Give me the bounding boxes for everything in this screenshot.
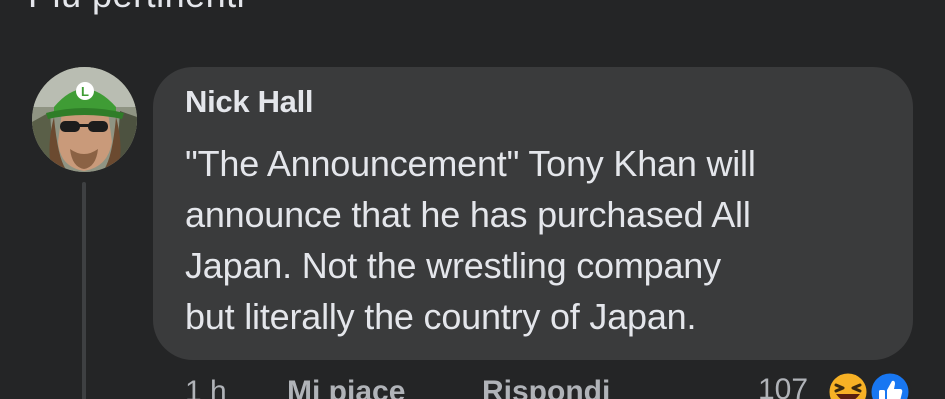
like-icon[interactable] — [868, 370, 912, 399]
comment-screen: Più pertinenti L Nick Hall "The Announce… — [0, 0, 945, 399]
avatar[interactable]: L — [32, 67, 137, 172]
avatar-photo: L — [32, 67, 137, 172]
comment-text: "The Announcement" Tony Khan will announ… — [185, 138, 895, 342]
reaction-count[interactable]: 107 — [758, 373, 808, 399]
comment-line: but literally the country of Japan. — [185, 296, 697, 337]
reply-button[interactable]: Rispondi — [482, 375, 610, 399]
haha-icon[interactable] — [826, 370, 870, 399]
sort-label[interactable]: Più pertinenti — [28, 0, 245, 16]
thread-line — [82, 182, 86, 399]
comment-timestamp[interactable]: 1 h — [185, 375, 227, 399]
svg-text:L: L — [81, 84, 89, 99]
like-button[interactable]: Mi piace — [287, 375, 405, 399]
comment-line: Japan. Not the wrestling company — [185, 245, 721, 286]
comment-line: announce that he has purchased All — [185, 194, 751, 235]
comment-line: "The Announcement" Tony Khan will — [185, 143, 756, 184]
comment-author[interactable]: Nick Hall — [185, 84, 314, 120]
